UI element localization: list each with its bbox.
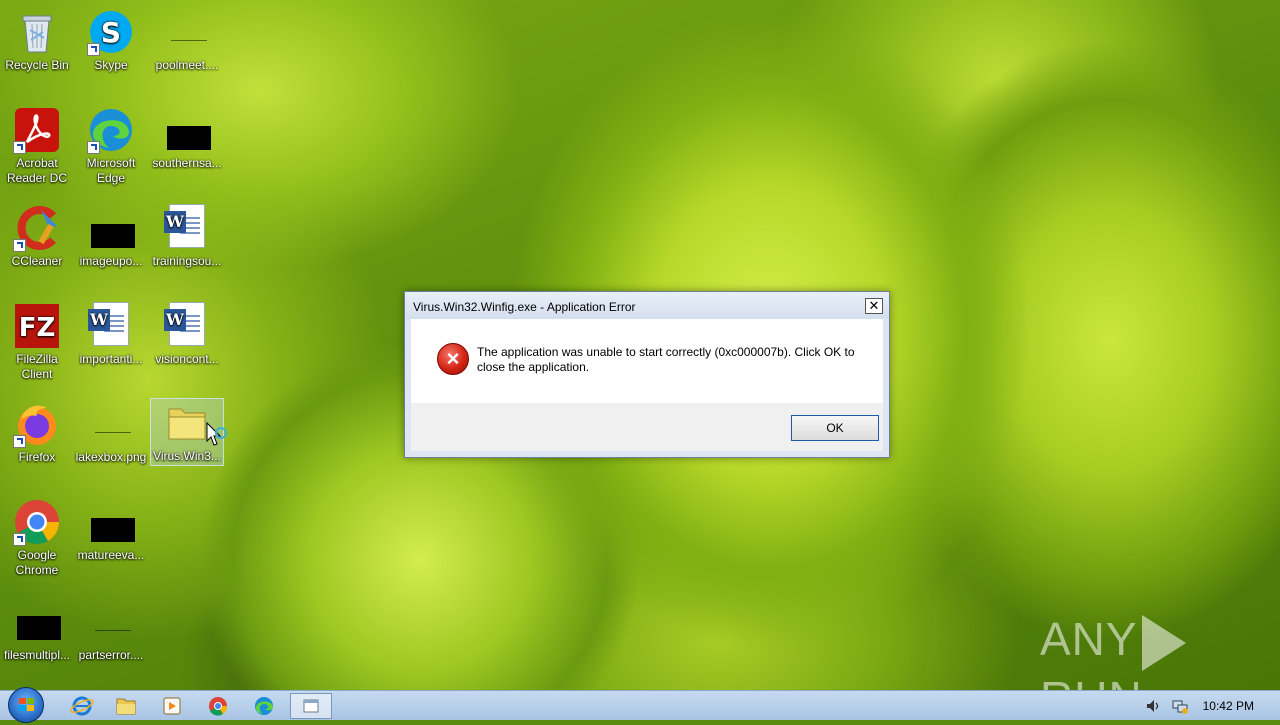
media-player-icon [163, 697, 181, 715]
acrobat-icon [13, 106, 61, 154]
recycle-bin-icon [13, 8, 61, 56]
desktop-icon-poolmeet[interactable]: poolmeet.... [151, 8, 223, 73]
volume-icon[interactable] [1144, 697, 1162, 715]
folder-icon [116, 698, 136, 715]
desktop-icon-importanti[interactable]: W importanti... [75, 302, 147, 367]
error-message: The application was unable to start corr… [477, 345, 855, 374]
icon-label: Acrobat Reader DC [6, 156, 68, 185]
icon-label: Recycle Bin [5, 58, 69, 72]
desktop-icon-southernsa[interactable]: southernsa... [151, 106, 223, 171]
icon-label: Microsoft Edge [86, 156, 136, 185]
icon-label: trainingsou... [152, 254, 222, 268]
svg-text:FZ: FZ [19, 313, 56, 343]
file-thumbnail-icon [163, 8, 211, 56]
image-file-icon [87, 400, 135, 448]
desktop-icon-virus-win32[interactable]: Virus.Win3... [150, 398, 227, 466]
file-thumbnail-icon [163, 106, 211, 154]
shortcut-arrow-icon [87, 141, 100, 154]
icon-label: FileZilla Client [16, 352, 58, 381]
play-logo-icon [1141, 614, 1186, 671]
firefox-icon [13, 400, 61, 448]
svg-text:S: S [101, 16, 121, 49]
dialog-title: Virus.Win32.Winfig.exe - Application Err… [413, 300, 636, 314]
icon-label: poolmeet.... [155, 58, 219, 72]
internet-explorer-icon [70, 696, 94, 716]
taskbar-file-explorer[interactable] [108, 693, 144, 719]
folder-icon [163, 399, 227, 447]
watermark-left: ANY [1040, 613, 1138, 665]
icon-label: lakexbox.png [75, 450, 147, 464]
ccleaner-icon [13, 204, 61, 252]
shortcut-arrow-icon [13, 141, 26, 154]
ok-button[interactable]: OK [791, 415, 879, 441]
network-icon[interactable] [1170, 696, 1190, 716]
shortcut-arrow-icon [13, 239, 26, 252]
desktop-icon-imageupo[interactable]: imageupo... [75, 204, 147, 269]
desktop-icon-edge[interactable]: Microsoft Edge [75, 106, 147, 186]
icon-label: partserror.... [78, 648, 144, 662]
system-clock[interactable]: 10:42 PM [1203, 699, 1254, 713]
application-error-dialog: Virus.Win32.Winfig.exe - Application Err… [404, 291, 890, 458]
word-document-icon: W [163, 204, 211, 252]
icon-label: visioncont... [155, 352, 219, 366]
shortcut-arrow-icon [87, 43, 100, 56]
desktop-icon-filesmultipl[interactable]: filesmultipl... [1, 606, 73, 663]
desktop-icon-partserror[interactable]: partserror.... [75, 606, 147, 663]
error-icon: × [437, 343, 469, 375]
desktop-icon-recycle-bin[interactable]: Recycle Bin [1, 8, 73, 73]
icon-label: importanti... [79, 352, 143, 366]
taskbar-media-player[interactable] [154, 693, 190, 719]
desktop-icon-lakexbox[interactable]: lakexbox.png [75, 400, 147, 465]
dialog-titlebar[interactable]: Virus.Win32.Winfig.exe - Application Err… [405, 292, 889, 319]
application-window-icon [303, 699, 319, 713]
icon-label: Google Chrome [15, 548, 59, 577]
icon-label: imageupo... [79, 254, 143, 268]
windows-flag-icon [19, 698, 34, 712]
dialog-body: × The application was unable to start co… [411, 319, 883, 403]
file-thumbnail-icon [13, 606, 61, 646]
close-button[interactable]: ✕ [865, 298, 883, 314]
desktop-icon-visioncont[interactable]: W visioncont... [151, 302, 223, 367]
file-thumbnail-icon [87, 204, 135, 252]
desktop-icon-acrobat[interactable]: Acrobat Reader DC [1, 106, 73, 186]
desktop-icon-skype[interactable]: S Skype [75, 8, 147, 73]
desktop-icon-matureeva[interactable]: matureeva... [75, 498, 147, 563]
start-button[interactable] [8, 687, 44, 723]
chrome-icon [209, 697, 228, 716]
icon-label: CCleaner [11, 254, 63, 268]
taskbar-microsoft-edge[interactable] [246, 693, 282, 719]
dialog-footer: OK [411, 403, 883, 451]
icon-label: southernsa... [152, 156, 222, 170]
icon-label: filesmultipl... [3, 648, 71, 662]
busy-cursor-icon [206, 421, 227, 446]
taskbar-google-chrome[interactable] [200, 693, 236, 719]
icon-label: Skype [94, 58, 128, 72]
shortcut-arrow-icon [13, 435, 26, 448]
chrome-icon [13, 498, 61, 546]
desktop-icon-ccleaner[interactable]: CCleaner [1, 204, 73, 269]
icon-label: Virus.Win3... [153, 449, 221, 463]
desktop-icon-trainingsou[interactable]: W trainingsou... [151, 204, 223, 269]
taskbar: 10:42 PM [0, 687, 1280, 723]
desktop-icon-firefox[interactable]: Firefox [1, 400, 73, 465]
taskbar-internet-explorer[interactable] [64, 693, 100, 719]
edge-icon [255, 697, 273, 715]
skype-icon: S [87, 8, 135, 56]
file-thumbnail-icon [87, 606, 135, 646]
icon-label: matureeva... [77, 548, 145, 562]
icon-label: Firefox [18, 450, 56, 464]
file-thumbnail-icon [87, 498, 135, 546]
desktop-icon-filezilla[interactable]: FZ FileZilla Client [1, 302, 73, 382]
desktop-icon-chrome[interactable]: Google Chrome [1, 498, 73, 578]
word-document-icon: W [87, 302, 135, 350]
filezilla-icon: FZ [13, 302, 61, 350]
shortcut-arrow-icon [13, 533, 26, 546]
word-document-icon: W [163, 302, 211, 350]
taskbar-running-app[interactable] [290, 693, 332, 719]
edge-icon [87, 106, 135, 154]
